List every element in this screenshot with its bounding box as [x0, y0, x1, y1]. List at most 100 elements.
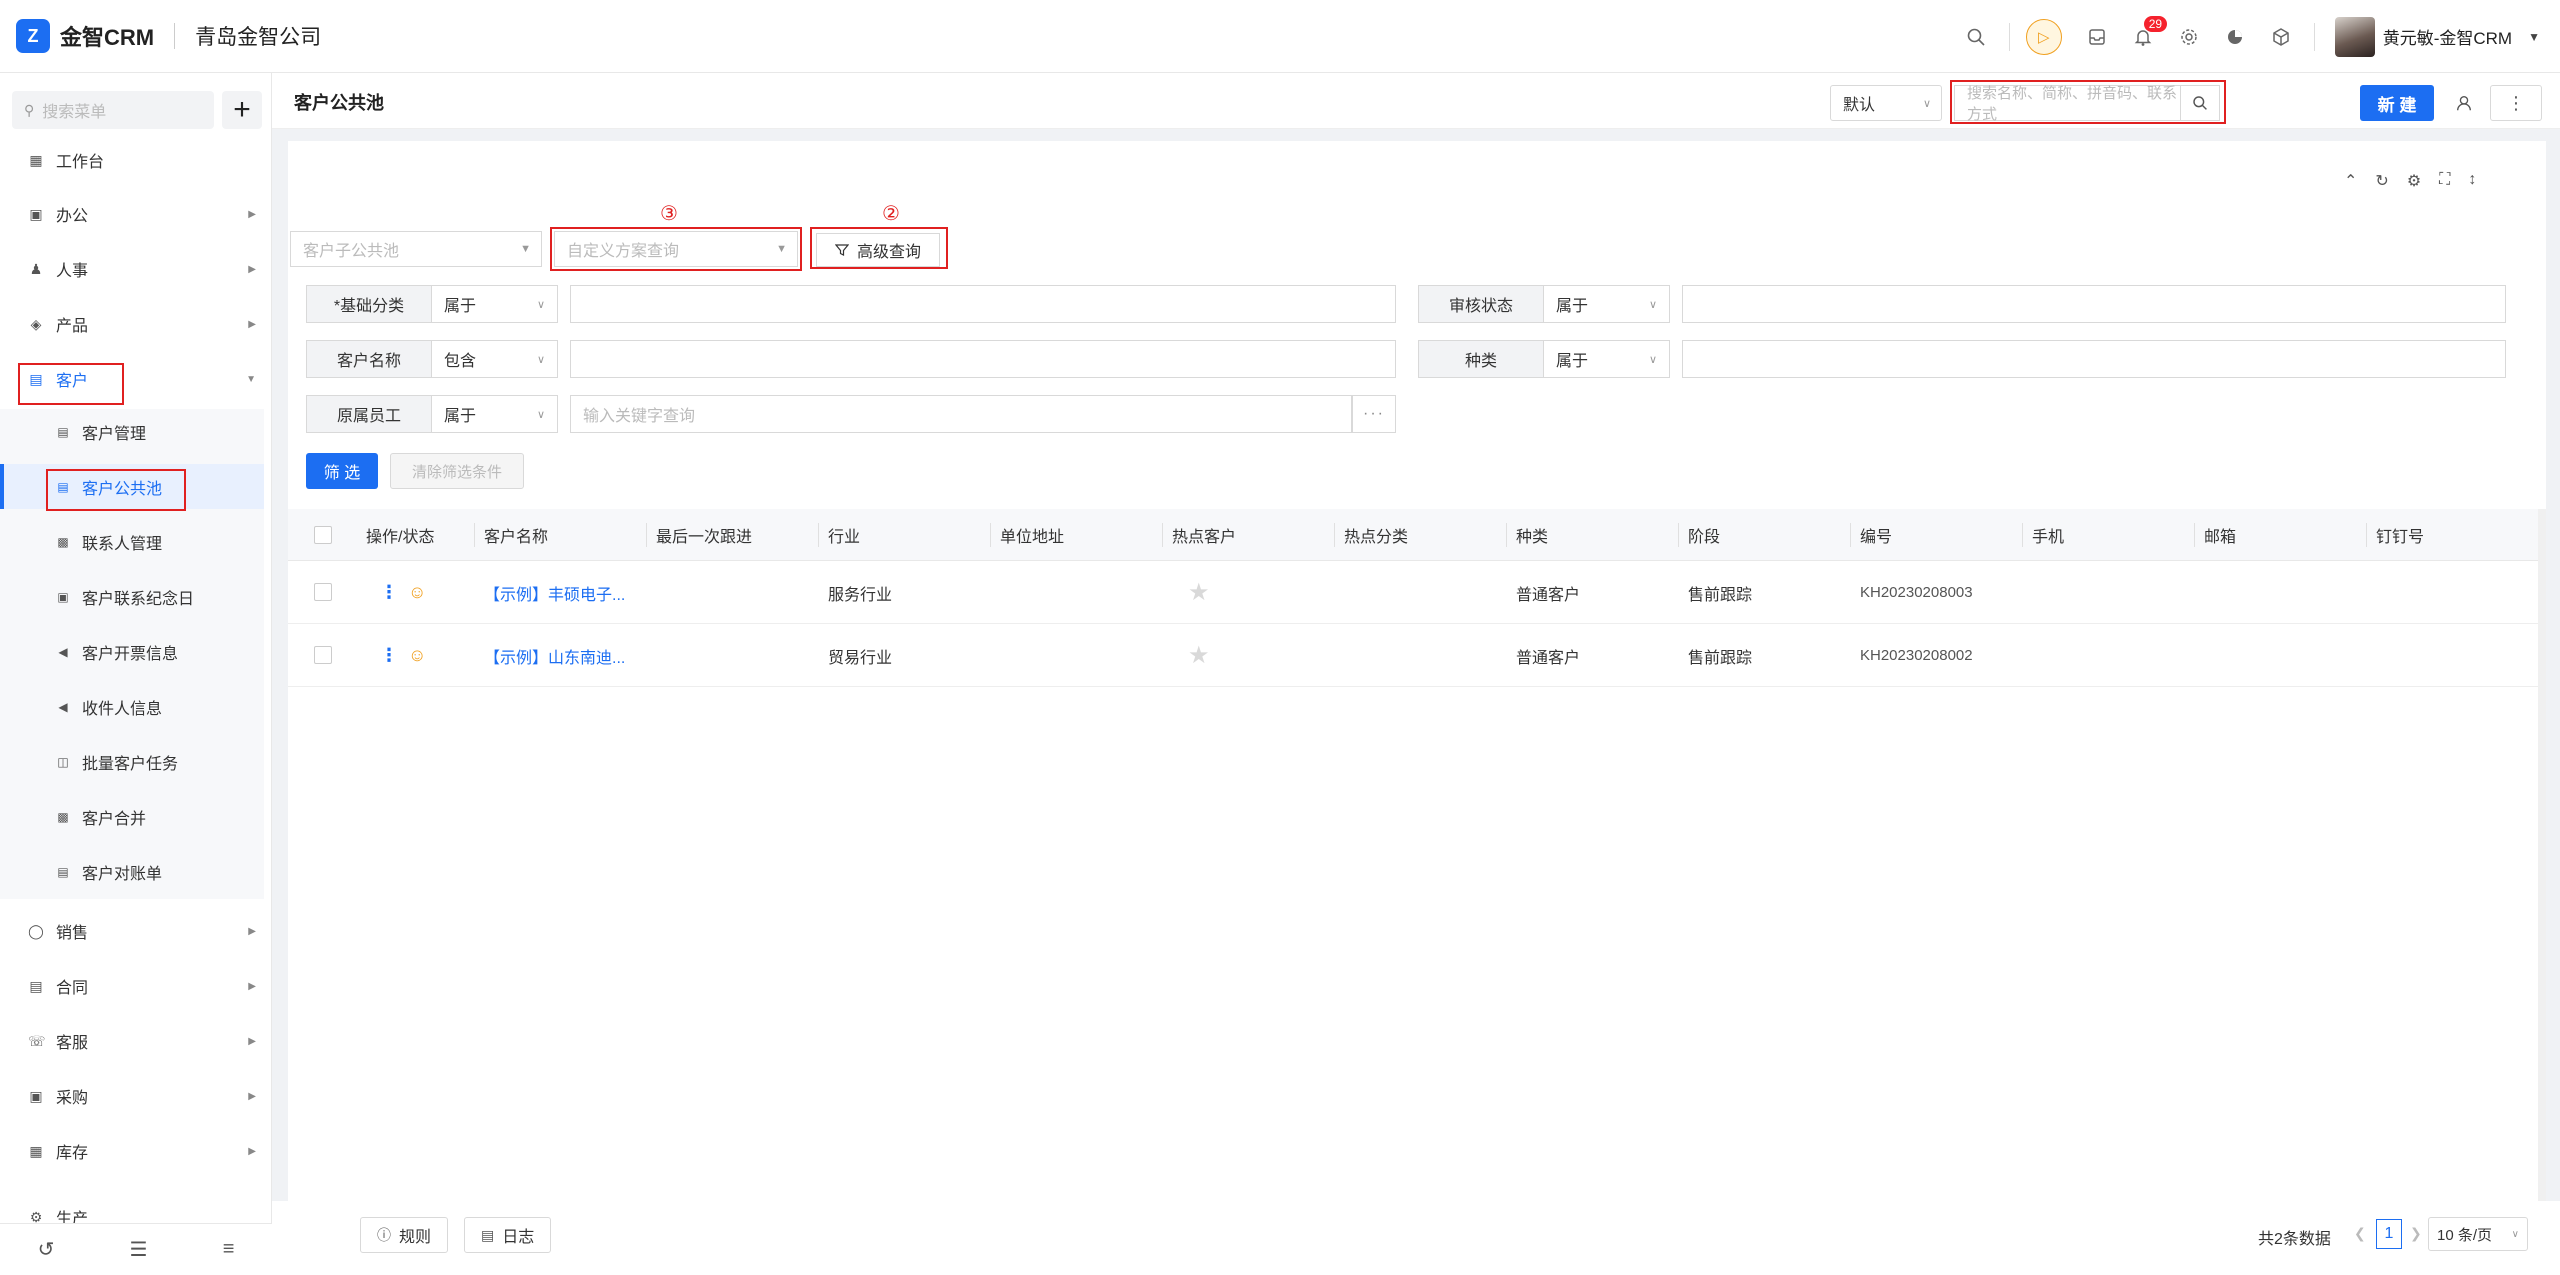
fullscreen-icon[interactable]: ⛶: [2439, 171, 2450, 191]
condition-operator-select[interactable]: 属于 ∨: [1544, 285, 1670, 323]
column-header[interactable]: 种类: [1506, 509, 1548, 561]
submenu-item-batch-task[interactable]: ◫ 批量客户任务: [0, 739, 264, 784]
column-header[interactable]: 阶段: [1678, 509, 1720, 561]
settings-sliders-icon[interactable]: ☰: [130, 1237, 148, 1262]
column-header[interactable]: 钉钉号: [2366, 509, 2424, 561]
submenu-item-statement[interactable]: ▤ 客户对账单: [0, 849, 264, 894]
submenu-item-label: 客户联系纪念日: [82, 590, 195, 608]
condition-value-input[interactable]: [570, 340, 1396, 378]
column-header[interactable]: 编号: [1850, 509, 1892, 561]
table-row[interactable]: ⋮ ☺ 【示例】丰硕电子... 服务行业 ★ 普通客户 售前跟踪 KH20230…: [288, 561, 2546, 624]
filter-button[interactable]: 筛 选: [306, 453, 378, 489]
more-options-button[interactable]: ···: [1352, 395, 1396, 433]
submenu-item-merge[interactable]: ▩ 客户合并: [0, 794, 264, 839]
refresh-icon[interactable]: ↻: [2375, 171, 2388, 191]
submenu-item-anniversary[interactable]: ▣ 客户联系纪念日: [0, 574, 264, 619]
sidebar-item-production[interactable]: ⚙ 生产: [0, 1181, 272, 1226]
menu-search-input[interactable]: ⚲ 搜索菜单: [12, 91, 214, 129]
gear-icon[interactable]: ⚙: [2407, 171, 2421, 191]
inbox-icon[interactable]: [2074, 14, 2120, 60]
sidebar-item-product[interactable]: ◈ 产品 ▶: [0, 299, 272, 349]
sidebar-item-sales[interactable]: ◯ 销售 ▶: [0, 906, 272, 956]
row-height-icon[interactable]: ↕: [2468, 171, 2476, 191]
collapse-menu-icon[interactable]: ≡: [223, 1238, 235, 1261]
sidebar-item-purchase[interactable]: ▣ 采购 ▶: [0, 1071, 272, 1121]
condition-operator-select[interactable]: 属于 ∨: [432, 395, 558, 433]
more-vertical-icon[interactable]: ⋮: [380, 582, 398, 603]
sub-pool-select[interactable]: 客户子公共池 ▼: [290, 231, 542, 267]
column-header[interactable]: 热点客户: [1162, 509, 1236, 561]
star-icon[interactable]: ★: [1188, 578, 1210, 607]
table-row[interactable]: ⋮ ☺ 【示例】山东南迪... 贸易行业 ★ 普通客户 售前跟踪 KH20230…: [288, 624, 2546, 687]
condition-operator-select[interactable]: 属于 ∨: [432, 285, 558, 323]
current-page-button[interactable]: 1: [2376, 1219, 2402, 1249]
column-header[interactable]: 客户名称: [474, 509, 548, 561]
condition-value-input[interactable]: [1682, 340, 2506, 378]
history-icon[interactable]: ↺: [38, 1237, 55, 1262]
submenu-item-contacts[interactable]: ▩ 联系人管理: [0, 519, 264, 564]
submenu-item-customer-management[interactable]: ▤ 客户管理: [0, 409, 264, 454]
condition-operator-select[interactable]: 包含 ∨: [432, 340, 558, 378]
condition-operator-select[interactable]: 属于 ∨: [1544, 340, 1670, 378]
header-divider: [2313, 22, 2315, 51]
rules-button[interactable]: ⓘ 规则: [360, 1217, 449, 1253]
gear-icon[interactable]: [2166, 14, 2212, 60]
search-icon[interactable]: [1953, 14, 1999, 60]
pie-chart-icon[interactable]: [2212, 14, 2258, 60]
column-header[interactable]: 热点分类: [1334, 509, 1408, 561]
condition-label-customer-name: 客户名称: [306, 340, 432, 378]
customer-name-link[interactable]: 【示例】丰硕电子...: [484, 561, 625, 624]
bell-icon[interactable]: 29: [2120, 14, 2168, 60]
sidebar-item-label: 合同: [56, 980, 89, 997]
avatar[interactable]: [2334, 16, 2375, 57]
prev-page-icon[interactable]: ❮: [2354, 1225, 2366, 1242]
chevron-right-icon: ▶: [248, 318, 256, 330]
star-icon[interactable]: ★: [1188, 641, 1210, 670]
condition-value-input[interactable]: [570, 285, 1396, 323]
username[interactable]: 黄元敏-金智CRM: [2383, 24, 2512, 49]
sidebar-item-service[interactable]: ☏ 客服 ▶: [0, 1016, 272, 1066]
employee-keyword-input[interactable]: 输入关键字查询: [570, 395, 1352, 433]
rules-label: 规则: [399, 1229, 432, 1246]
row-checkbox[interactable]: [314, 583, 332, 601]
submenu-item-invoice-info[interactable]: ◀ 客户开票信息: [0, 629, 264, 674]
chevron-right-icon: ▶: [248, 980, 256, 992]
sidebar-bottom-bar: ↺ ☰ ≡: [0, 1223, 272, 1275]
column-header[interactable]: 邮箱: [2194, 509, 2236, 561]
sidebar-item-inventory[interactable]: ▦ 库存 ▶: [0, 1126, 272, 1176]
customer-card-icon[interactable]: ☺: [408, 645, 426, 666]
log-label: 日志: [502, 1229, 535, 1246]
column-header[interactable]: 手机: [2022, 509, 2064, 561]
column-header[interactable]: 最后一次跟进: [646, 509, 752, 561]
column-header[interactable]: 单位地址: [990, 509, 1064, 561]
log-button[interactable]: ▤ 日志: [464, 1217, 552, 1253]
view-select[interactable]: 默认 ∨: [1830, 85, 1942, 121]
more-vertical-icon[interactable]: ⋮: [380, 645, 398, 666]
row-checkbox[interactable]: [314, 646, 332, 664]
select-all-checkbox[interactable]: [314, 526, 332, 544]
new-button[interactable]: 新 建: [2360, 85, 2434, 121]
condition-value-input[interactable]: [1682, 285, 2506, 323]
caret-down-icon[interactable]: ▼: [2528, 30, 2540, 44]
annotation-box: [1950, 80, 2226, 124]
column-header[interactable]: 行业: [818, 509, 860, 561]
sidebar-item-contract[interactable]: ▤ 合同 ▶: [0, 961, 272, 1011]
cube-icon[interactable]: [2258, 14, 2304, 60]
sidebar-item-office[interactable]: ▣ 办公 ▶: [0, 189, 272, 239]
collapse-up-icon[interactable]: ⌃: [2344, 171, 2357, 191]
submenu-item-recipient-info[interactable]: ◀ 收件人信息: [0, 684, 264, 729]
customer-card-icon[interactable]: ☺: [408, 582, 426, 603]
page-size-select[interactable]: 10 条/页 ∨: [2428, 1217, 2528, 1251]
add-menu-button[interactable]: +: [222, 91, 262, 129]
vertical-scrollbar[interactable]: [2538, 509, 2546, 1269]
office-icon: ▣: [29, 205, 43, 222]
sidebar-item-workbench[interactable]: ▦ 工作台: [0, 135, 272, 185]
app-logo[interactable]: Z 金智CRM: [16, 19, 154, 53]
promo-icon[interactable]: ▷: [2025, 18, 2062, 55]
user-icon[interactable]: [2446, 85, 2482, 121]
sidebar-item-hr[interactable]: ♟ 人事 ▶: [0, 244, 272, 294]
clear-filter-button[interactable]: 清除筛选条件: [390, 453, 524, 489]
next-page-icon[interactable]: ❯: [2410, 1225, 2422, 1242]
more-icon[interactable]: ⋮: [2490, 85, 2542, 121]
customer-name-link[interactable]: 【示例】山东南迪...: [484, 624, 625, 687]
